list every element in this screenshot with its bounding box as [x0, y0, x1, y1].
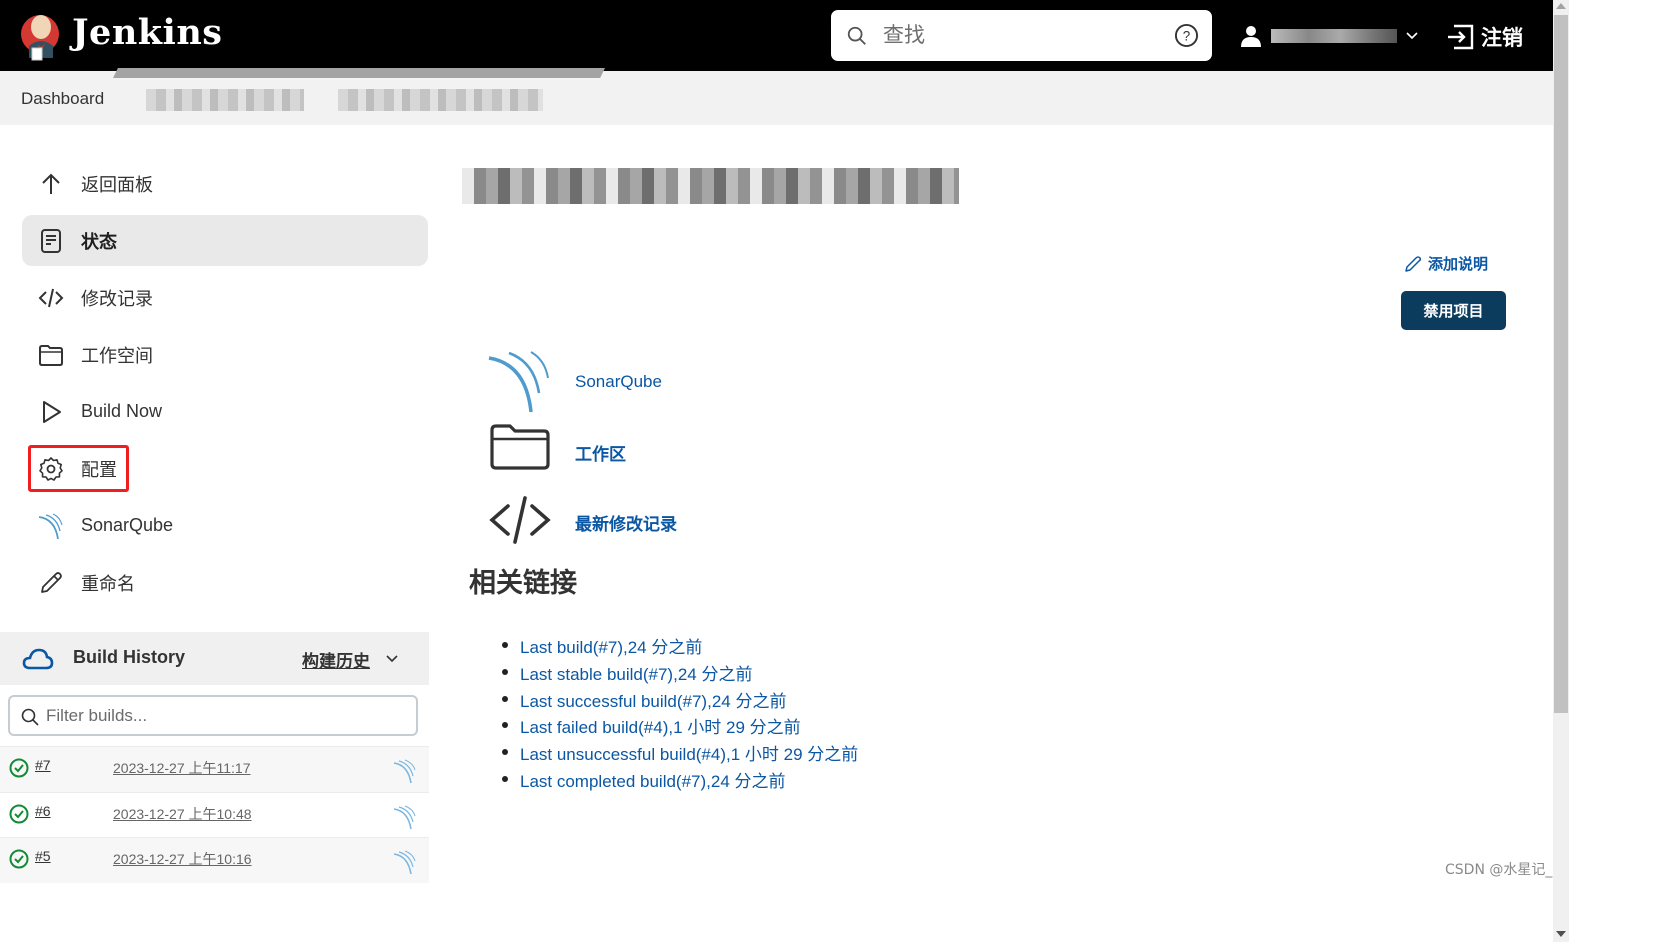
arrow-up-icon — [37, 170, 65, 198]
jenkins-brand[interactable]: Jenkins — [72, 12, 222, 53]
breadcrumb-dashboard[interactable]: Dashboard — [21, 89, 104, 109]
sidebar-item-label: 状态 — [81, 231, 117, 252]
breadcrumb-item-redacted[interactable] — [338, 89, 543, 111]
main-link-recent-changes[interactable]: 最新修改记录 — [488, 490, 677, 554]
user-icon — [1241, 26, 1261, 47]
build-history-title: Build History — [73, 647, 186, 667]
sidebar-item-build-now[interactable]: Build Now — [22, 386, 428, 437]
code-icon — [489, 496, 551, 544]
search-input[interactable] — [883, 20, 1163, 52]
build-history-header: Build History 构建历史 — [0, 632, 429, 685]
success-icon — [9, 758, 29, 778]
sonarqube-icon[interactable] — [393, 850, 417, 874]
search-icon — [847, 26, 866, 45]
sidebar-item-label: SonarQube — [81, 515, 174, 535]
disable-project-button[interactable]: 禁用项目 — [1401, 291, 1506, 330]
sidebar-item-label: Build Now — [81, 401, 163, 421]
sidebar-item-changes[interactable]: 修改记录 — [22, 272, 428, 323]
success-icon — [9, 804, 29, 824]
breadcrumb-item-redacted[interactable] — [146, 89, 304, 111]
sidebar-item-label: 返回面板 — [81, 174, 153, 195]
pencil-icon — [37, 569, 65, 597]
sidebar-item-sonarqube[interactable]: SonarQube — [22, 500, 428, 551]
sonarqube-icon[interactable] — [393, 805, 417, 829]
watermark: CSDN @水星记_ — [1445, 862, 1553, 878]
filter-builds-input[interactable] — [46, 703, 406, 729]
main-link-workspace[interactable]: 工作区 — [488, 420, 626, 484]
filter-builds-box — [8, 695, 418, 736]
add-description-label: 添加说明 — [1428, 256, 1489, 273]
sidebar-item-back-to-dashboard[interactable]: 返回面板 — [22, 158, 428, 209]
build-time-link[interactable]: 2023-12-27 上午10:48 — [113, 804, 252, 824]
main-link-label: 工作区 — [575, 444, 626, 464]
related-link-last-failed-build[interactable]: Last failed build(#4),1 小时 29 分之前 — [501, 713, 858, 740]
main-link-label: 最新修改记录 — [575, 514, 677, 534]
breadcrumb: Dashboard — [0, 71, 1553, 125]
build-row: #5 2023-12-27 上午10:16 — [0, 837, 429, 883]
top-navigation-bar: Jenkins ? 注销 — [0, 0, 1553, 71]
chevron-down-icon[interactable] — [384, 651, 400, 667]
pencil-icon — [1405, 255, 1422, 272]
sonarqube-icon[interactable] — [393, 759, 417, 783]
folder-icon — [37, 341, 65, 369]
sidebar-item-label: 工作空间 — [81, 345, 153, 366]
cloud-icon — [22, 648, 54, 670]
sonarqube-icon — [488, 351, 549, 413]
logout-icon — [1448, 24, 1474, 50]
build-number-link[interactable]: #5 — [35, 848, 51, 864]
redaction-bar — [113, 68, 605, 78]
build-row: #6 2023-12-27 上午10:48 — [0, 792, 429, 838]
build-time-link[interactable]: 2023-12-27 上午10:16 — [113, 849, 252, 869]
svg-text:?: ? — [1183, 28, 1190, 43]
jenkins-logo[interactable] — [20, 10, 62, 62]
main-link-label: SonarQube — [575, 372, 662, 391]
logout-button[interactable]: 注销 — [1446, 22, 1523, 52]
build-number-link[interactable]: #7 — [35, 757, 51, 773]
success-icon — [9, 849, 29, 869]
sidebar-item-label: 修改记录 — [81, 288, 153, 309]
scroll-down-arrow[interactable] — [1556, 931, 1566, 937]
build-row: #7 2023-12-27 上午11:17 — [0, 746, 429, 792]
search-box: ? — [831, 10, 1212, 61]
highlight-annotation — [28, 445, 129, 492]
vertical-scrollbar[interactable] — [1553, 0, 1569, 942]
sidebar-item-workspace[interactable]: 工作空间 — [22, 329, 428, 380]
help-icon[interactable]: ? — [1174, 23, 1199, 48]
related-link-last-unsuccessful-build[interactable]: Last unsuccessful build(#4),1 小时 29 分之前 — [501, 740, 858, 767]
play-icon — [37, 398, 65, 426]
logout-label: 注销 — [1481, 27, 1523, 50]
build-trend-link[interactable]: 构建历史 — [302, 647, 370, 672]
document-icon — [37, 227, 65, 255]
build-time-link[interactable]: 2023-12-27 上午11:17 — [113, 758, 251, 778]
sidebar-item-rename[interactable]: 重命名 — [22, 557, 428, 608]
search-icon — [21, 708, 39, 726]
related-link-last-successful-build[interactable]: Last successful build(#7),24 分之前 — [501, 687, 858, 714]
folder-icon — [490, 424, 550, 470]
project-title — [462, 168, 959, 204]
related-link-last-build[interactable]: Last build(#7),24 分之前 — [501, 633, 858, 660]
user-name[interactable] — [1271, 29, 1397, 43]
chevron-down-icon[interactable] — [1405, 29, 1419, 43]
sonarqube-icon — [37, 512, 65, 540]
user-menu[interactable] — [1239, 20, 1419, 52]
related-links-list: Last build(#7),24 分之前 Last stable build(… — [501, 633, 858, 794]
sidebar-item-label: 重命名 — [81, 573, 135, 594]
main-link-sonarqube[interactable]: SonarQube — [488, 350, 662, 414]
related-links-heading: 相关链接 — [469, 568, 577, 598]
related-link-last-stable-build[interactable]: Last stable build(#7),24 分之前 — [501, 660, 858, 687]
related-link-last-completed-build[interactable]: Last completed build(#7),24 分之前 — [501, 767, 858, 794]
build-number-link[interactable]: #6 — [35, 803, 51, 819]
sidebar-item-status[interactable]: 状态 — [22, 215, 428, 266]
scroll-up-arrow[interactable] — [1556, 3, 1566, 9]
code-icon — [37, 284, 65, 312]
scrollbar-thumb[interactable] — [1554, 15, 1568, 713]
add-description-link[interactable]: 添加说明 — [1404, 253, 1488, 274]
